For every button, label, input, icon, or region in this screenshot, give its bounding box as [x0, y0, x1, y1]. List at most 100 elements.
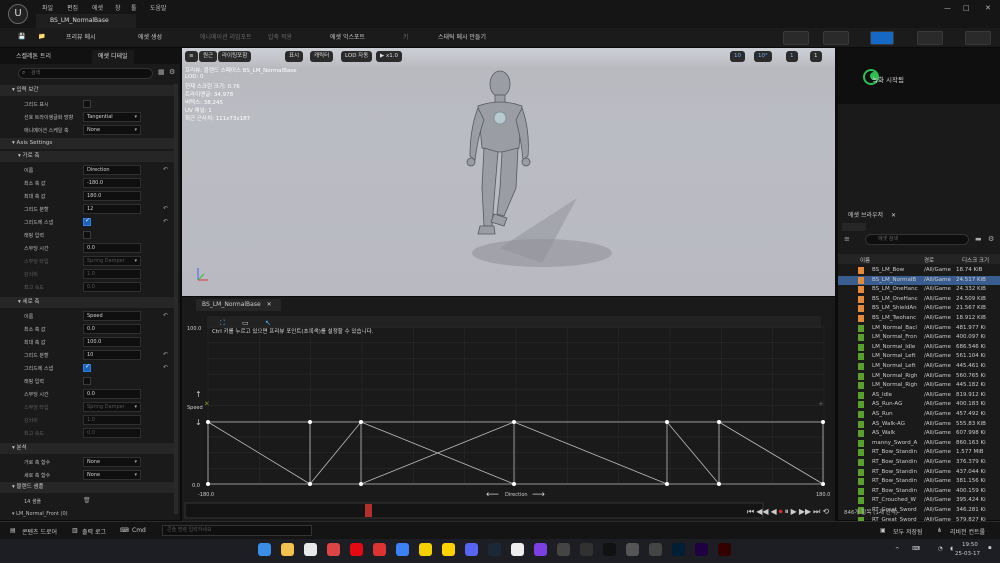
network-icon[interactable]: ◔	[938, 546, 943, 552]
horizontal-axis-field[interactable]: 0.0	[83, 282, 141, 292]
photos-taskbar-icon[interactable]	[396, 543, 409, 556]
chrome-taskbar-icon[interactable]	[304, 543, 317, 556]
clock-date[interactable]: 25-03-17	[955, 551, 980, 557]
horizontal-axis-field[interactable]: 12	[83, 204, 141, 214]
menu-file[interactable]: 파일	[42, 3, 53, 12]
filter-icon[interactable]: ≡	[844, 235, 850, 243]
details-search-input[interactable]: 검색	[18, 68, 153, 79]
asset-row[interactable]: AS_Run-AG/All/Game 400.183 Ki	[838, 400, 1000, 409]
output-log-icon[interactable]: ▥	[72, 527, 78, 534]
gear-icon[interactable]: ⚙	[169, 68, 175, 76]
vertical-axis-dropdown[interactable]: Spring Damper	[83, 402, 141, 412]
record-button-icon[interactable]: ⏺	[779, 507, 783, 516]
content-drawer-icon[interactable]: ▤	[10, 527, 16, 534]
export-asset-button[interactable]: 에셋 익스포트	[330, 32, 365, 41]
step-back-icon[interactable]: ◀◀	[756, 507, 768, 516]
section-samples[interactable]: ▾ 블렌드 샘플	[0, 482, 176, 493]
preview-point-icon[interactable]: ✕	[204, 400, 210, 408]
sample-point[interactable]	[717, 420, 721, 424]
close-tab-icon[interactable]: ✕	[891, 212, 896, 219]
menu-window[interactable]: 창	[115, 3, 121, 12]
volume-icon[interactable]: ◖	[950, 546, 953, 552]
asset-row[interactable]: RT_Bow_Standin/All/Game 376.379 Ki	[838, 458, 1000, 467]
save-all-icon[interactable]: ▣	[880, 527, 886, 534]
timeline-scrubber[interactable]	[365, 504, 372, 517]
asset-browser-tab[interactable]: 에셋 브라우저 ✕	[848, 210, 896, 219]
play-reverse-icon[interactable]: ◀	[771, 507, 777, 516]
horizontal-axis-field[interactable]: 1.0	[83, 269, 141, 279]
folder-icon[interactable]: ▬	[975, 235, 982, 243]
menu-edit[interactable]: 편집	[67, 3, 78, 12]
app-taskbar-icon[interactable]	[649, 543, 662, 556]
asset-row[interactable]: RT_Crouched_W/All/Game 395.424 Ki	[838, 496, 1000, 505]
asset-row[interactable]: LM_Normal_Idle/All/Game 686.546 Ki	[838, 343, 1000, 352]
col-size[interactable]: 디스크 크기	[962, 256, 989, 264]
asset-row[interactable]: LM_Normal_Left/All/Game 445.461 Ki	[838, 362, 1000, 371]
make-static-mesh-button[interactable]: 스태틱 메시 만들기	[438, 32, 486, 41]
asset-row[interactable]: RT_Bow_Standin/All/Game 381.156 Ki	[838, 477, 1000, 486]
horizontal-axis-dropdown[interactable]: Spring Damper	[83, 256, 141, 266]
sample-point[interactable]	[359, 420, 363, 424]
close-window-icon[interactable]: ✕	[985, 4, 991, 12]
horizontal-axis-field[interactable]: 0.0	[83, 243, 141, 253]
console-input[interactable]: 콘솔 명령 입력하세요	[162, 525, 312, 536]
animation-mode-button[interactable]	[870, 31, 894, 45]
reimport-animation-button[interactable]: 애니메이션 리임포트	[200, 32, 252, 41]
asset-row[interactable]: LM_Normal_Righ/All/Game 445.182 Ki	[838, 381, 1000, 390]
asset-row[interactable]: LM_Normal_Fron/All/Game 400.097 Ki	[838, 333, 1000, 342]
illustrator-taskbar-icon[interactable]	[718, 543, 731, 556]
interp-checkbox[interactable]	[83, 100, 91, 108]
fit-view-icon[interactable]: ⛶	[220, 319, 225, 327]
timeline-track[interactable]	[184, 502, 764, 519]
step-forward-icon[interactable]: ▶▶	[799, 507, 811, 516]
revision-control-button[interactable]: 리비전 컨트롤	[950, 527, 985, 536]
netflix-taskbar-icon[interactable]	[350, 543, 363, 556]
pause-icon[interactable]: ⏸	[785, 507, 789, 516]
preview-mesh-button[interactable]: 프리뷰 메시	[66, 32, 96, 41]
tab-skeleton-tree[interactable]: 스켈레톤 트리	[10, 50, 57, 64]
nav-back-forward[interactable]	[842, 223, 866, 231]
skeleton-mode-button[interactable]	[783, 31, 809, 45]
asset-row[interactable]: manny_Sword_A/All/Game 860.163 Ki	[838, 439, 1000, 448]
unreal-taskbar-icon[interactable]	[603, 543, 616, 556]
app-taskbar-icon[interactable]	[442, 543, 455, 556]
maximize-icon[interactable]: □	[963, 4, 970, 12]
asset-row[interactable]: LM_Normal_Bacl/All/Game 481.977 Ki	[838, 324, 1000, 333]
keyboard-icon[interactable]: ⌨	[912, 546, 920, 552]
menu-tools[interactable]: 툴	[131, 3, 137, 12]
steam-taskbar-icon[interactable]	[488, 543, 501, 556]
horizontal-axis-field[interactable]: Direction	[83, 165, 141, 175]
skip-start-icon[interactable]: ⏮	[747, 507, 754, 516]
sample-point[interactable]	[206, 420, 210, 424]
tray-chevron-icon[interactable]: ^	[895, 547, 900, 553]
vertical-axis-field[interactable]: 100.0	[83, 337, 141, 347]
asset-row[interactable]: RT_Bow_Standin/All/Game 1.577 MiB	[838, 448, 1000, 457]
blueprint-mode-button[interactable]	[917, 31, 943, 45]
vertical-axis-reset-icon[interactable]: ↶	[163, 364, 168, 371]
console-icon[interactable]: ⌨	[120, 527, 129, 534]
vertical-axis-field[interactable]: Speed	[83, 311, 141, 321]
unreal-logo-icon[interactable]: U	[8, 4, 28, 24]
epic-taskbar-icon[interactable]	[580, 543, 593, 556]
photoshop-taskbar-icon[interactable]	[672, 543, 685, 556]
toggle-triangle-icon[interactable]: ▭	[242, 319, 249, 327]
vertical-axis-field[interactable]: 0.0	[83, 428, 141, 438]
horizontal-axis-checkbox[interactable]	[83, 217, 91, 226]
vertical-axis-field[interactable]: 10	[83, 350, 141, 360]
section-axis-settings[interactable]: ▾ Axis Settings	[0, 138, 176, 149]
sample-point[interactable]	[512, 420, 516, 424]
loop-icon[interactable]: ⟲	[822, 507, 829, 516]
tab-asset-details[interactable]: 에셋 디테일	[92, 50, 134, 64]
asset-row[interactable]: BS_LM_NormalB/All/Game 24.517 KiB	[838, 275, 1000, 285]
output-log-button[interactable]: 출력 로그	[82, 527, 106, 536]
sample-point[interactable]	[717, 482, 721, 486]
cursor-icon[interactable]: ↖	[265, 319, 271, 327]
app-taskbar-icon[interactable]	[626, 543, 639, 556]
asset-row[interactable]: AS_Walk-AG/All/Game 555.83 KiB	[838, 420, 1000, 429]
analysis-dropdown[interactable]: None	[83, 457, 141, 467]
horizontal-axis-field[interactable]: -180.0	[83, 178, 141, 188]
asset-row[interactable]: BS_LM_OneHanc/All/Game 24.509 KiB	[838, 295, 1000, 304]
section-analysis[interactable]: ▾ 분석	[0, 443, 176, 454]
horizontal-axis-checkbox[interactable]	[83, 231, 91, 239]
vertical-axis-checkbox[interactable]	[83, 363, 91, 372]
